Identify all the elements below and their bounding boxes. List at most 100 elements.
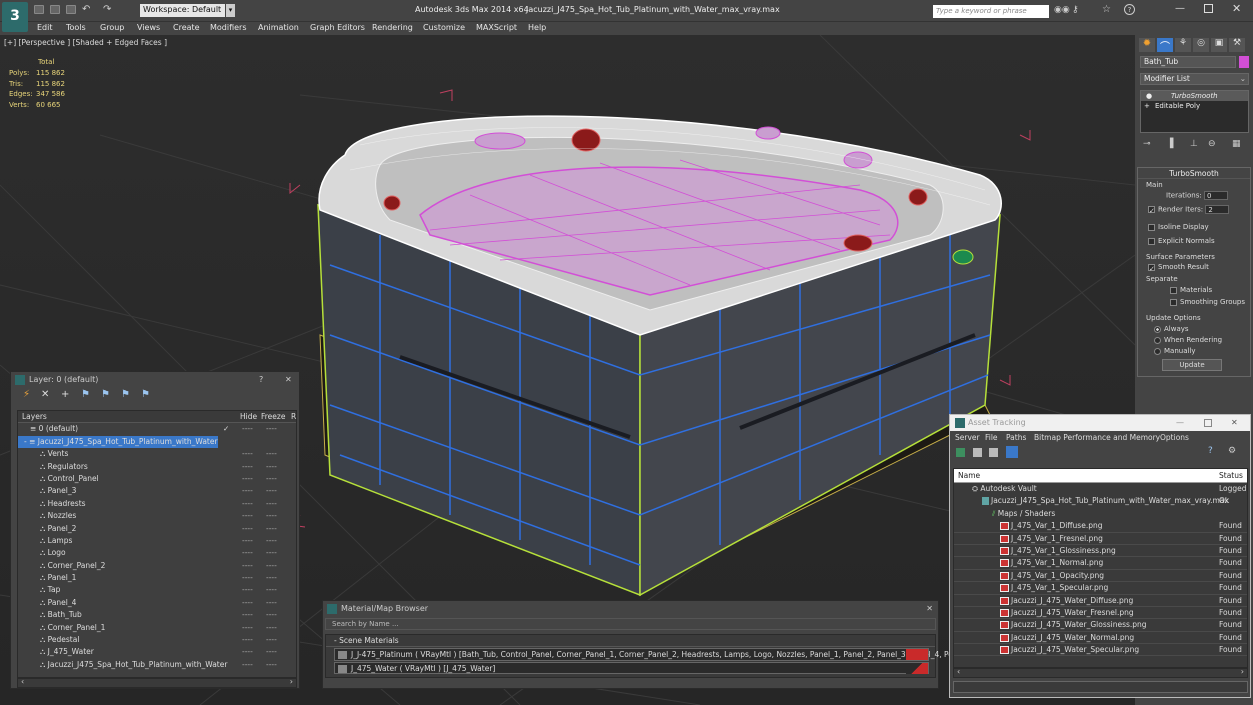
asset-minimize-button[interactable]: — bbox=[1176, 415, 1184, 431]
hide-all-icon[interactable]: ⚑ bbox=[121, 389, 130, 400]
configure-sets-icon[interactable]: ▦ bbox=[1232, 139, 1241, 149]
asset-row-map-7[interactable]: Jacuzzi_J_475_Water_Fresnel.png Found bbox=[954, 607, 1247, 620]
stack-item-editable-poly[interactable]: + Editable Poly bbox=[1141, 101, 1248, 111]
layer-row-2[interactable]: ⛬ Control_Panel ---- ---- bbox=[18, 473, 296, 485]
manually-radio[interactable] bbox=[1154, 347, 1161, 355]
asset-header[interactable]: Asset Tracking — ✕ bbox=[950, 415, 1250, 431]
utilities-tab-icon[interactable]: ⚒ bbox=[1229, 38, 1245, 52]
asset-row-map-5[interactable]: J_475_Var_1_Specular.png Found bbox=[954, 582, 1247, 595]
asset-menu-paths[interactable]: Paths bbox=[1006, 431, 1026, 445]
always-row[interactable]: Always bbox=[1154, 325, 1189, 333]
matbrowser-header[interactable]: Material/Map Browser ✕ bbox=[323, 601, 938, 617]
smooth-checkbox[interactable]: ✓ bbox=[1148, 263, 1155, 273]
smoothing-checkbox[interactable] bbox=[1170, 298, 1177, 306]
select-in-layer-icon[interactable]: ⚑ bbox=[81, 389, 90, 400]
material-row-platinum[interactable]: J_J-475_Platinum ( VRayMtl ) [Bath_Tub, … bbox=[334, 648, 985, 661]
pin-stack-icon[interactable]: ⊸ bbox=[1143, 139, 1151, 149]
menu-graph-editors[interactable]: Graph Editors bbox=[310, 22, 365, 34]
delete-layer-icon[interactable]: ✕ bbox=[41, 389, 49, 400]
menu-tools[interactable]: Tools bbox=[66, 22, 86, 34]
layer-close-button[interactable]: ✕ bbox=[285, 372, 292, 388]
asset-row-map-4[interactable]: J_475_Var_1_Opacity.png Found bbox=[954, 570, 1247, 583]
smooth-row[interactable]: ✓ Smooth Result bbox=[1148, 263, 1209, 273]
modifier-stack[interactable]: ● TurboSmooth + Editable Poly bbox=[1140, 90, 1249, 133]
asset-hscrollbar[interactable]: ‹ › bbox=[953, 667, 1248, 678]
add-to-layer-icon[interactable]: + bbox=[61, 389, 69, 400]
matbrowser-section[interactable]: - Scene Materials bbox=[326, 635, 935, 648]
explicit-row[interactable]: Explicit Normals bbox=[1148, 237, 1215, 245]
when-rendering-row[interactable]: When Rendering bbox=[1154, 336, 1222, 344]
menu-edit[interactable]: Edit bbox=[37, 22, 53, 34]
object-name-field[interactable]: Bath_Tub bbox=[1140, 56, 1236, 68]
settings-icon[interactable]: ⚙ bbox=[1228, 446, 1236, 456]
layer-window-header[interactable]: Layer: 0 (default)? ✕ bbox=[11, 372, 299, 388]
menu-modifiers[interactable]: Modifiers bbox=[210, 22, 247, 34]
freeze-all-icon[interactable]: ⚑ bbox=[141, 389, 150, 400]
binoculars-icon[interactable]: ◉◉ bbox=[1054, 5, 1070, 15]
workspace-dropdown-icon[interactable]: ▾ bbox=[226, 4, 235, 17]
asset-row-map-0[interactable]: J_475_Var_1_Diffuse.png Found bbox=[954, 520, 1247, 533]
asset-menu-file[interactable]: File bbox=[985, 431, 998, 445]
asset-row-map-1[interactable]: J_475_Var_1_Fresnel.png Found bbox=[954, 533, 1247, 545]
create-tab-icon[interactable]: ✹ bbox=[1139, 38, 1155, 52]
show-end-result-icon[interactable]: ▌ bbox=[1170, 139, 1177, 149]
materials-checkbox[interactable] bbox=[1170, 286, 1177, 294]
manually-row[interactable]: Manually bbox=[1154, 347, 1196, 355]
when-rendering-radio[interactable] bbox=[1154, 336, 1161, 344]
layer-row-17[interactable]: ⛬ Jacuzzi_J475_Spa_Hot_Tub_Platinum_with… bbox=[18, 659, 296, 671]
asset-col-status[interactable]: Status bbox=[1219, 469, 1243, 483]
workspace-select[interactable]: Workspace: Default bbox=[140, 4, 225, 17]
menu-group[interactable]: Group bbox=[100, 22, 124, 34]
asset-row-file[interactable]: Jacuzzi_J475_Spa_Hot_Tub_Platinum_with_W… bbox=[954, 495, 1247, 507]
materials-row[interactable]: Materials bbox=[1170, 286, 1212, 294]
asset-col-name[interactable]: Name bbox=[958, 469, 980, 483]
layer-row-14[interactable]: ⛬ Corner_Panel_1 ---- ---- bbox=[18, 622, 296, 634]
asset-close-button[interactable]: ✕ bbox=[1231, 415, 1238, 431]
key-icon[interactable]: ⚷ bbox=[1072, 5, 1079, 15]
layer-row-default[interactable]: ≡ 0 (default) ✓ ---- ---- bbox=[18, 423, 296, 435]
asset-row-maps[interactable]: ⫽ Maps / Shaders bbox=[954, 508, 1247, 520]
details-view-icon[interactable] bbox=[989, 448, 998, 457]
isoline-row[interactable]: Isoline Display bbox=[1148, 223, 1209, 231]
maximize-button[interactable] bbox=[1204, 4, 1213, 13]
star-icon[interactable]: ☆ bbox=[1102, 4, 1111, 15]
modify-tab-icon[interactable]: ⌒ bbox=[1157, 38, 1173, 53]
make-unique-icon[interactable]: ⊥ bbox=[1190, 139, 1198, 149]
layer-row-6[interactable]: ⛬ Panel_2 ---- ---- bbox=[18, 523, 296, 535]
layer-row-10[interactable]: ⛬ Panel_1 ---- ---- bbox=[18, 572, 296, 584]
stack-item-turbosmooth[interactable]: ● TurboSmooth bbox=[1141, 91, 1248, 101]
col-r[interactable]: R bbox=[291, 411, 296, 423]
menu-rendering[interactable]: Rendering bbox=[372, 22, 413, 34]
app-logo-icon[interactable]: 3 bbox=[2, 2, 28, 32]
save-file-icon[interactable] bbox=[66, 5, 76, 14]
active-layer-check-icon[interactable]: ✓ bbox=[223, 423, 229, 435]
asset-row-map-9[interactable]: Jacuzzi_J_475_Water_Normal.png Found bbox=[954, 632, 1247, 645]
menu-animation[interactable]: Animation bbox=[258, 22, 299, 34]
rollout-title[interactable]: TurboSmooth bbox=[1138, 168, 1250, 179]
object-color-swatch[interactable] bbox=[1239, 56, 1249, 68]
smoothing-row[interactable]: Smoothing Groups bbox=[1170, 298, 1245, 306]
layer-row-group[interactable]: - ≡ Jacuzzi_J475_Spa_Hot_Tub_Platinum_wi… bbox=[18, 435, 218, 449]
menu-help[interactable]: Help bbox=[528, 22, 546, 34]
layer-row-7[interactable]: ⛬ Lamps ---- ---- bbox=[18, 535, 296, 547]
menu-maxscript[interactable]: MAXScript bbox=[476, 22, 517, 34]
layer-row-15[interactable]: ⛬ Pedestal ---- ---- bbox=[18, 634, 296, 646]
layer-row-5[interactable]: ⛬ Nozzles ---- ---- bbox=[18, 510, 296, 522]
asset-maximize-button[interactable] bbox=[1204, 419, 1212, 427]
update-button[interactable]: Update bbox=[1162, 359, 1222, 371]
lightbulb-icon[interactable]: ● bbox=[1146, 91, 1152, 101]
material-row-water[interactable]: J_475_Water ( VRayMtl ) [J_475_Water] bbox=[334, 661, 929, 675]
motion-tab-icon[interactable]: ◎ bbox=[1193, 38, 1209, 52]
open-file-icon[interactable] bbox=[50, 5, 60, 14]
display-tab-icon[interactable]: ▣ bbox=[1211, 38, 1227, 52]
col-hide[interactable]: Hide bbox=[240, 411, 257, 423]
layer-row-3[interactable]: ⛬ Panel_3 ---- ---- bbox=[18, 485, 296, 497]
asset-row-map-10[interactable]: Jacuzzi_J_475_Water_Specular.png Found bbox=[954, 644, 1247, 657]
menu-views[interactable]: Views bbox=[137, 22, 160, 34]
layer-row-12[interactable]: ⛬ Panel_4 ---- ---- bbox=[18, 597, 296, 609]
search-input[interactable]: Type a keyword or phrase bbox=[933, 5, 1049, 18]
close-button[interactable]: ✕ bbox=[1232, 2, 1241, 15]
modifier-list-dropdown[interactable]: Modifier List ⌄ bbox=[1140, 73, 1249, 85]
layer-hscrollbar[interactable]: ‹ › bbox=[17, 677, 297, 688]
table-view-icon[interactable] bbox=[1006, 446, 1018, 458]
